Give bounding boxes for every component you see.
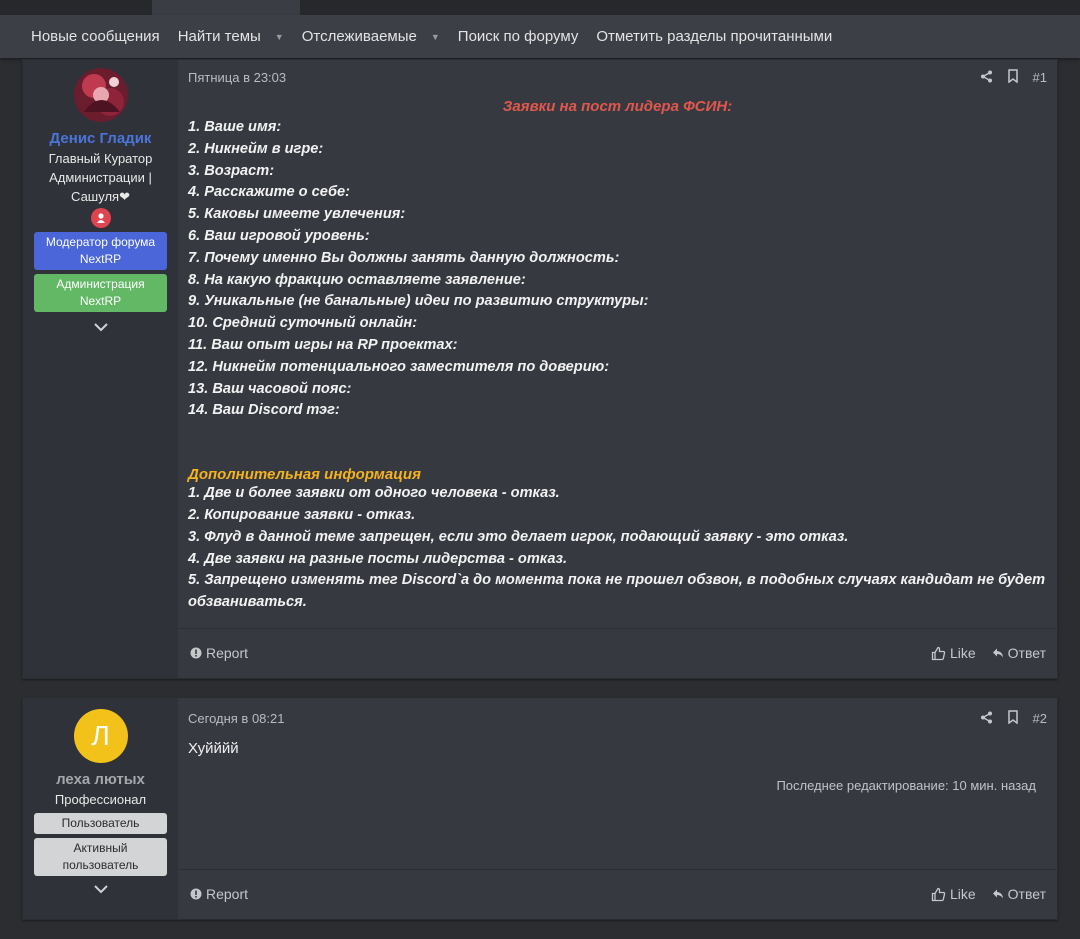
post-body: Хуйййй bbox=[188, 740, 239, 757]
nav-label: Найти темы bbox=[177, 28, 261, 45]
reply-button[interactable]: Ответ bbox=[992, 645, 1046, 661]
form-line: 14. Ваш Discord тэг: bbox=[188, 402, 340, 419]
report-label: Report bbox=[206, 645, 249, 661]
banner-active-user: Активный пользователь bbox=[34, 838, 167, 876]
nav-label: Отслеживаемые bbox=[301, 28, 417, 45]
edited-note[interactable]: Последнее редактирование: 10 мин. назад bbox=[776, 778, 1036, 793]
reply-icon bbox=[992, 889, 1003, 899]
form-line: 1. Ваше имя: bbox=[188, 119, 282, 135]
nav-watched[interactable]: Отслеживаемые ▼ bbox=[293, 15, 449, 58]
alert-icon bbox=[190, 647, 202, 659]
form-line: 4. Расскажите о себе: bbox=[188, 184, 351, 201]
like-label: Like bbox=[949, 886, 976, 902]
award-icon bbox=[90, 208, 111, 228]
post-date[interactable]: Пятница в 23:03 bbox=[188, 70, 286, 85]
footer-actions: Like Ответ bbox=[931, 645, 1046, 661]
form-line: 6. Ваш игровой уровень: bbox=[188, 227, 370, 244]
nav-mark-read[interactable]: Отметить разделы прочитанными bbox=[587, 15, 841, 58]
avatar-letter: Л bbox=[91, 720, 110, 751]
extra-info-heading: Дополнительная информация bbox=[188, 466, 421, 484]
nav-search-forum[interactable]: Поиск по форуму bbox=[449, 15, 588, 58]
alert-icon bbox=[190, 888, 202, 900]
share-icon[interactable] bbox=[980, 711, 993, 727]
user-title-line: Главный Куратор bbox=[48, 151, 153, 166]
share-icon[interactable] bbox=[980, 70, 993, 86]
post-user-cell: Л леха лютых Профессионал Пользователь А… bbox=[23, 698, 178, 919]
banner-user: Пользователь bbox=[34, 813, 167, 834]
like-label: Like bbox=[949, 645, 976, 661]
post-body: Заявки на пост лидера ФСИН: 1. Ваше имя:… bbox=[188, 98, 1047, 614]
reply-label: Ответ bbox=[1007, 645, 1046, 661]
post-actions: #2 bbox=[980, 710, 1047, 727]
footer-divider bbox=[178, 628, 1057, 629]
top-strip bbox=[0, 0, 1080, 15]
like-button[interactable]: Like bbox=[931, 886, 976, 902]
nav-label: Поиск по форуму bbox=[457, 28, 579, 45]
rule-line: 1. Две и более заявки от одного человека… bbox=[188, 485, 560, 502]
post-date[interactable]: Сегодня в 08:21 bbox=[188, 711, 284, 726]
post-main-cell: Пятница в 23:03 #1 Заявки на пост лидера… bbox=[178, 60, 1057, 678]
post-1: Денис Гладик Главный Куратор Администрац… bbox=[22, 59, 1058, 679]
banner-administration: Администрация NextRP bbox=[34, 274, 167, 312]
thumbs-up-icon bbox=[931, 646, 946, 660]
post-number[interactable]: #1 bbox=[1033, 70, 1047, 85]
chevron-down-icon[interactable] bbox=[91, 882, 111, 896]
like-button[interactable]: Like bbox=[931, 645, 976, 661]
form-line: 10. Средний суточный онлайн: bbox=[188, 315, 418, 332]
footer-divider bbox=[178, 869, 1057, 870]
form-line: 13. Ваш часовой пояс: bbox=[188, 380, 352, 397]
form-line: 3. Возраст: bbox=[188, 162, 275, 179]
post-number[interactable]: #2 bbox=[1033, 711, 1047, 726]
bookmark-icon[interactable] bbox=[1007, 710, 1019, 727]
forum-nav-bar: Новые сообщения Найти темы ▼ Отслеживаемы… bbox=[0, 15, 1080, 58]
user-title-line: Сашуля❤ bbox=[71, 189, 130, 204]
nav-label: Новые сообщения bbox=[31, 28, 160, 45]
report-label: Report bbox=[206, 886, 249, 902]
footer-actions: Like Ответ bbox=[931, 886, 1046, 902]
reply-label: Ответ bbox=[1007, 886, 1046, 902]
nav-label: Отметить разделы прочитанными bbox=[596, 28, 833, 45]
reply-button[interactable]: Ответ bbox=[992, 886, 1046, 902]
form-line: 2. Никнейм в игре: bbox=[188, 140, 324, 157]
form-line: 9. Уникальные (не банальные) идеи по раз… bbox=[188, 293, 649, 310]
rule-line: 2. Копирование заявки - отказ. bbox=[188, 506, 416, 523]
thumbs-up-icon bbox=[931, 887, 946, 901]
avatar[interactable]: Л bbox=[73, 709, 128, 763]
username[interactable]: леха лютых bbox=[23, 771, 178, 788]
user-title-line: Администрации | bbox=[49, 170, 152, 185]
form-line: 8. На какую фракцию оставляете заявление… bbox=[188, 271, 526, 288]
caret-down-icon[interactable]: ▼ bbox=[275, 32, 284, 42]
active-tab-highlight bbox=[152, 0, 300, 15]
form-line: 5. Каковы имеете увлечения: bbox=[188, 206, 406, 223]
rule-line: 5. Запрещено изменять тег Discord`a до м… bbox=[188, 572, 1046, 611]
post-2: Л леха лютых Профессионал Пользователь А… bbox=[22, 697, 1058, 920]
post-actions: #1 bbox=[980, 69, 1047, 86]
nav-find-threads[interactable]: Найти темы ▼ bbox=[169, 15, 293, 58]
form-line: 12. Никнейм потенциального заместителя п… bbox=[188, 358, 610, 375]
rule-line: 3. Флуд в данной теме запрещен, если это… bbox=[188, 528, 849, 545]
form-line: 7. Почему именно Вы должны занять данную… bbox=[188, 249, 620, 266]
bookmark-icon[interactable] bbox=[1007, 69, 1019, 86]
report-button[interactable]: Report bbox=[190, 886, 248, 902]
avatar[interactable] bbox=[73, 68, 128, 122]
nav-new-posts[interactable]: Новые сообщения bbox=[22, 15, 169, 58]
reply-icon bbox=[992, 648, 1003, 658]
post-user-cell: Денис Гладик Главный Куратор Администрац… bbox=[23, 60, 178, 678]
caret-down-icon[interactable]: ▼ bbox=[431, 32, 440, 42]
banner-moderator: Модератор форума NextRP bbox=[34, 232, 167, 270]
post-main-cell: Сегодня в 08:21 #2 Хуйййй Последнее реда… bbox=[178, 698, 1057, 919]
user-title: Профессионал bbox=[54, 792, 147, 807]
chevron-down-icon[interactable] bbox=[91, 320, 111, 334]
form-line: 11. Ваш опыт игры на RP проектах: bbox=[188, 336, 458, 353]
rule-line: 4. Две заявки на разные посты лидерства … bbox=[188, 550, 568, 567]
post-heading: Заявки на пост лидера ФСИН: bbox=[502, 98, 733, 115]
username[interactable]: Денис Гладик bbox=[23, 130, 178, 147]
report-button[interactable]: Report bbox=[190, 645, 248, 661]
